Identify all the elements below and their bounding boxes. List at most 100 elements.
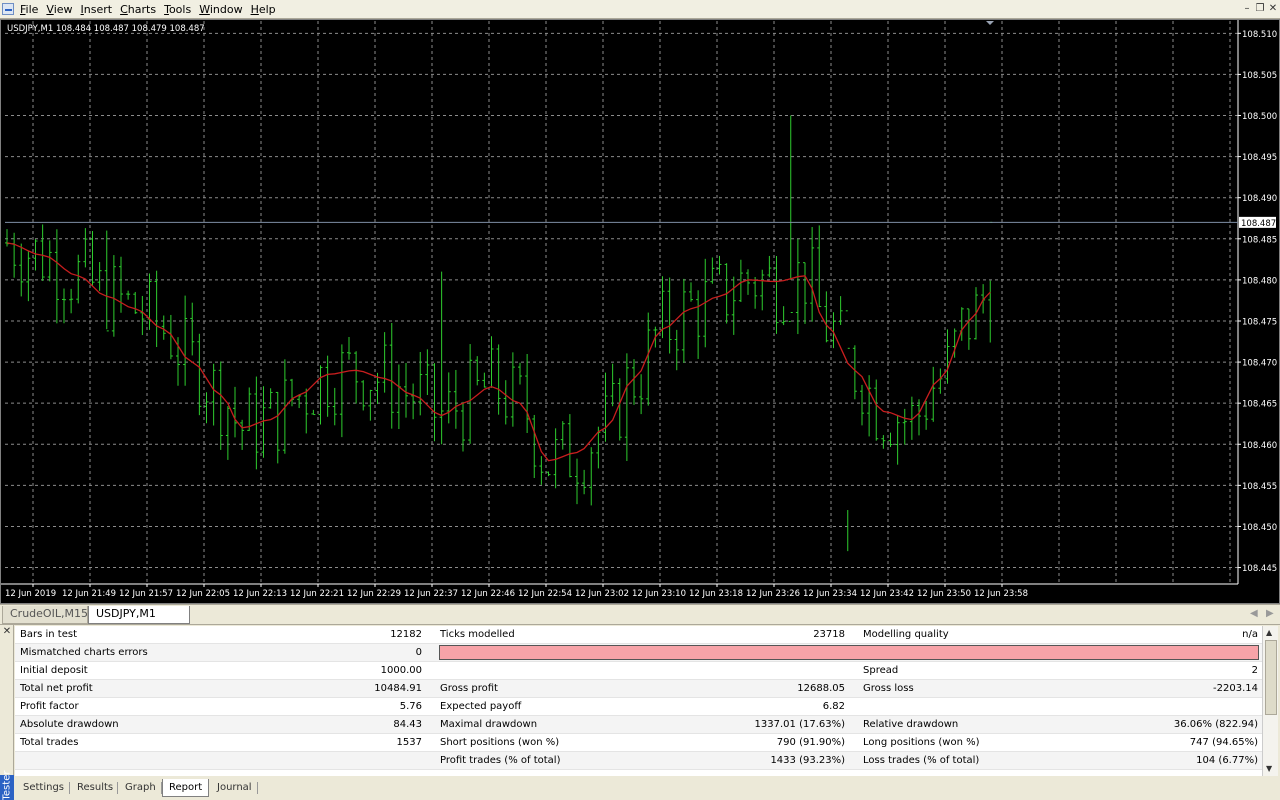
report-row: Profit trades (% of total) 1433 (93.23%) L… [15, 752, 1262, 770]
tab-separator [117, 782, 118, 794]
report-row: Total trades 1537 Short positions (won %) 7… [15, 734, 1262, 752]
report-scrollbar[interactable]: ▲ ▼ [1262, 626, 1278, 776]
report-label: Profit trades (% of total) [440, 755, 561, 766]
menu-tools[interactable]: Tools [162, 0, 197, 19]
time-tick-label: 12 Jun 23:58 [974, 589, 1028, 599]
time-tick-label: 12 Jun 23:02 [575, 589, 629, 599]
app-chart-icon[interactable] [2, 3, 14, 15]
chart-tab-usdjpy[interactable]: USDJPY,M1 (visual) [88, 606, 190, 636]
menu-label: indow [209, 3, 243, 16]
time-tick-label: 12 Jun 22:46 [461, 589, 515, 599]
report-label: Total trades [20, 737, 79, 748]
report-value: 23718 [813, 629, 845, 640]
report-value: 747 (94.65%) [1189, 737, 1258, 748]
tab-separator [69, 782, 70, 794]
report-row: Total net profit 10484.91 Gross profit 1268… [15, 680, 1262, 698]
chart-symbol-header: USDJPY,M1 108.484 108.487 108.479 108.48… [7, 24, 205, 34]
menu-label: elp [258, 3, 276, 16]
price-tick-label: 108.465 [1242, 400, 1277, 410]
tester-tabs: Settings Results Graph Report Journal [15, 777, 1280, 799]
report-value: 104 (6.77%) [1196, 755, 1258, 766]
report-row: Initial deposit 1000.00 Spread 2 [15, 662, 1262, 680]
report-label: Bars in test [20, 629, 77, 640]
menu-charts[interactable]: Charts [118, 0, 162, 19]
time-tick-label: 12 Jun 23:18 [689, 589, 743, 599]
menu-accelerator: W [199, 3, 210, 16]
menu-view[interactable]: View [44, 0, 78, 19]
menu-file[interactable]: File [18, 0, 44, 19]
report-value: 1337.01 (17.63%) [754, 719, 845, 730]
chart-tab-crudeoil[interactable]: CrudeOIL,M15 [2, 606, 88, 624]
time-tick-label: 12 Jun 23:34 [803, 589, 857, 599]
report-label: Maximal drawdown [440, 719, 538, 730]
menu-help[interactable]: Help [249, 0, 282, 19]
tester-close-icon[interactable]: ✕ [2, 627, 12, 637]
report-value: 1000.00 [380, 665, 422, 676]
time-tick-label: 12 Jun 23:42 [860, 589, 914, 599]
menu-accelerator: V [46, 3, 54, 16]
price-tick-label: 108.505 [1242, 71, 1277, 81]
report-label: Gross profit [440, 683, 498, 694]
report-value: -2203.14 [1213, 683, 1258, 694]
chart-window[interactable]: 108.510 108.505 108.500 108.495 108.490 108.4… [0, 19, 1280, 604]
report-label: Spread [863, 665, 899, 676]
report-label: Gross loss [863, 683, 914, 694]
terminal-window: File View Insert Charts Tools Window Help – ❐ … [0, 0, 1280, 800]
report-row: Mismatched charts errors 0 [15, 644, 1262, 662]
menu-bar: File View Insert Charts Tools Window Help – ❐ … [0, 0, 1280, 19]
report-label: Profit factor [20, 701, 79, 712]
report-row: Profit factor 5.76 Expected payoff 6.82 [15, 698, 1262, 716]
report-value: 6.82 [822, 701, 845, 712]
price-tick-label: 108.485 [1242, 235, 1277, 245]
tab-results[interactable]: Results [71, 779, 119, 797]
report-label: Loss trades (% of total) [863, 755, 980, 766]
menu-label: ools [168, 3, 192, 16]
price-tick-label: 108.455 [1242, 482, 1277, 492]
menu-accelerator: H [250, 3, 259, 16]
time-tick-label: 12 Jun 22:21 [290, 589, 344, 599]
price-tick-label: 108.460 [1242, 441, 1277, 451]
report-value: 0 [415, 647, 422, 658]
price-tick-label: 108.480 [1242, 276, 1277, 286]
report-row: Bars in test 12182 Ticks modelled 23718 Mode… [15, 626, 1262, 644]
price-chart[interactable]: 108.510 108.505 108.500 108.495 108.490 108.4… [1, 20, 1279, 603]
menu-label: harts [127, 3, 157, 16]
tab-graph[interactable]: Graph [119, 779, 162, 797]
menu-label: ile [25, 3, 39, 16]
report-row: Absolute drawdown 84.43 Maximal drawdown 13… [15, 716, 1262, 734]
price-tick-label: 108.470 [1242, 359, 1277, 369]
time-tick-label: 12 Jun 23:10 [632, 589, 686, 599]
menu-items: File View Insert Charts Tools Window Help [18, 0, 282, 19]
menu-label: nsert [83, 3, 113, 16]
tab-report[interactable]: Report [162, 779, 210, 797]
scroll-down-icon[interactable]: ▼ [1266, 764, 1272, 773]
restore-icon[interactable]: ❐ [1254, 2, 1266, 15]
price-tick-label: 108.510 [1242, 30, 1277, 40]
report-value: 84.43 [393, 719, 422, 730]
report-value: 10484.91 [374, 683, 422, 694]
minimize-icon[interactable]: – [1241, 2, 1253, 15]
menu-window[interactable]: Window [197, 0, 248, 19]
report-label: Long positions (won %) [863, 737, 980, 748]
report-label: Total net profit [20, 683, 93, 694]
tab-settings[interactable]: Settings [17, 779, 70, 797]
close-icon[interactable]: ✕ [1267, 2, 1279, 15]
report-label: Expected payoff [440, 701, 522, 712]
menu-insert[interactable]: Insert [79, 0, 119, 19]
tab-journal[interactable]: Journal [211, 779, 258, 797]
time-tick-label: 12 Jun 23:26 [746, 589, 800, 599]
price-tick-label: 108.450 [1242, 523, 1277, 533]
tab-scroll-right-icon[interactable]: ▶ [1266, 608, 1274, 619]
time-tick-label: 12 Jun 22:54 [518, 589, 572, 599]
modelling-quality-bar [439, 645, 1259, 660]
tab-scroll-left-icon[interactable]: ◀ [1250, 608, 1258, 619]
chart-shift-marker [986, 21, 994, 25]
report-label: Absolute drawdown [20, 719, 119, 730]
menu-accelerator: C [120, 3, 128, 16]
price-tick-label: 108.500 [1242, 112, 1277, 122]
report-value: 36.06% (822.94) [1173, 719, 1258, 730]
report-value: 5.76 [399, 701, 422, 712]
scroll-thumb[interactable] [1265, 640, 1277, 715]
tester-label-text: Tester [1, 770, 13, 800]
scroll-up-icon[interactable]: ▲ [1266, 628, 1272, 637]
